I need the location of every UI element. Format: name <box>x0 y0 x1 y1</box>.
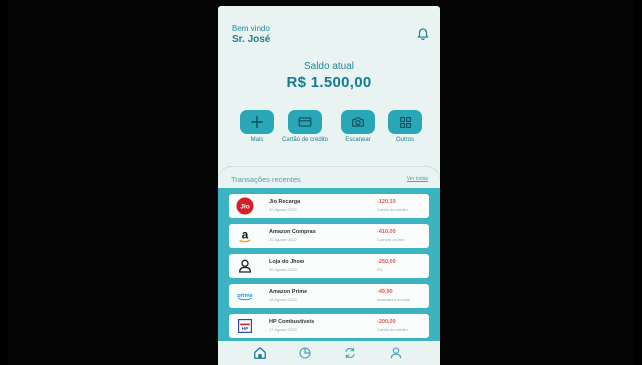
svg-text:a: a <box>242 229 249 242</box>
transaction-type: Compra on-line <box>377 237 405 242</box>
plus-icon <box>251 116 263 128</box>
transfer-icon[interactable] <box>343 346 357 360</box>
transaction-date: 20 Agosto 2022 <box>269 237 297 242</box>
svg-text:Jio: Jio <box>240 204 250 211</box>
profile-icon[interactable] <box>389 346 403 360</box>
action-scan[interactable]: Escanear <box>332 110 384 144</box>
screen-stage: Bem vindo Sr. José Saldo atual R$ 1.500,… <box>0 0 642 365</box>
hp-logo: HP <box>236 317 254 335</box>
action-more[interactable]: Mais <box>231 110 283 144</box>
transaction-amount: -120,10 <box>377 199 396 205</box>
transaction-item[interactable]: prime Amazon Prime 18 Agosto 2022 -49,90… <box>229 284 429 308</box>
jio-logo: Jio <box>236 197 254 215</box>
action-others[interactable]: Outros <box>379 110 431 144</box>
action-more-label: Mais <box>250 137 264 143</box>
transaction-name: Amazon Prime <box>269 289 308 295</box>
transaction-type: Cartão de crédito <box>377 207 408 212</box>
transactions-title: Transações recentes <box>231 175 301 184</box>
greeting-text: Bem vindo <box>232 24 270 33</box>
transaction-name: Amazon Compras <box>269 229 316 235</box>
transactions-panel: Transações recentes Ver todas Jio Jio Re… <box>218 166 440 341</box>
user-icon <box>236 257 254 275</box>
transaction-date: 18 Agosto 2022 <box>269 297 297 302</box>
transaction-type: Pix <box>377 267 383 272</box>
letterbox-right <box>634 0 642 365</box>
svg-text:HP: HP <box>242 326 249 332</box>
camera-icon <box>352 117 364 127</box>
action-others-label: Outros <box>395 137 414 143</box>
transaction-item[interactable]: a Amazon Compras 20 Agosto 2022 -410,00 … <box>229 224 429 248</box>
quick-actions: Mais Cartão de crédito Escanear Outros <box>218 110 440 160</box>
transaction-item[interactable]: HP HP Combustíveis 17 Agosto 2022 -200,0… <box>229 314 429 338</box>
see-all-link[interactable]: Ver todas <box>407 176 428 182</box>
action-more-button[interactable] <box>240 110 274 134</box>
action-credit-card[interactable]: Cartão de crédito <box>279 110 331 144</box>
action-scan-button[interactable] <box>341 110 375 134</box>
transaction-date: 20 Agosto 2022 <box>269 267 297 272</box>
transactions-header: Transações recentes Ver todas <box>218 166 440 188</box>
action-credit-card-button[interactable] <box>288 110 322 134</box>
header: Bem vindo Sr. José <box>232 24 270 45</box>
balance-value: R$ 1.500,00 <box>286 74 372 91</box>
transaction-date: 20 Agosto 2022 <box>269 207 297 212</box>
prime-logo: prime <box>236 287 254 305</box>
bottom-nav <box>218 341 440 365</box>
svg-text:prime: prime <box>237 293 253 299</box>
transaction-amount: -200,00 <box>377 319 396 325</box>
chart-icon[interactable] <box>298 346 312 360</box>
user-name: Sr. José <box>232 34 271 45</box>
transaction-name: Jio Recarga <box>269 199 301 205</box>
bell-icon[interactable] <box>416 26 430 40</box>
transaction-name: HP Combustíveis <box>269 319 315 325</box>
card-icon <box>298 117 312 127</box>
transaction-amount: -49,90 <box>377 289 393 295</box>
home-icon[interactable] <box>253 346 267 360</box>
transaction-item[interactable]: Jio Jio Recarga 20 Agosto 2022 -120,10 C… <box>229 194 429 218</box>
grid-icon <box>399 116 411 128</box>
transaction-amount: -410,00 <box>377 229 396 235</box>
transaction-date: 17 Agosto 2022 <box>269 327 297 332</box>
transaction-type: Cartão de crédito <box>377 327 408 332</box>
transaction-name: Loja do Jhow <box>269 259 305 265</box>
transaction-amount: -250,00 <box>377 259 396 265</box>
action-others-button[interactable] <box>388 110 422 134</box>
balance-label: Saldo atual <box>303 61 355 72</box>
action-credit-card-label: Cartão de crédito <box>281 137 329 143</box>
phone-screen: Bem vindo Sr. José Saldo atual R$ 1.500,… <box>218 6 440 365</box>
transaction-type: Assinatura mensal <box>377 297 410 302</box>
letterbox-left <box>0 0 8 365</box>
transaction-item[interactable]: Loja do Jhow 20 Agosto 2022 -250,00 Pix <box>229 254 429 278</box>
amazon-logo: a <box>236 227 254 245</box>
action-scan-label: Escanear <box>345 137 371 143</box>
